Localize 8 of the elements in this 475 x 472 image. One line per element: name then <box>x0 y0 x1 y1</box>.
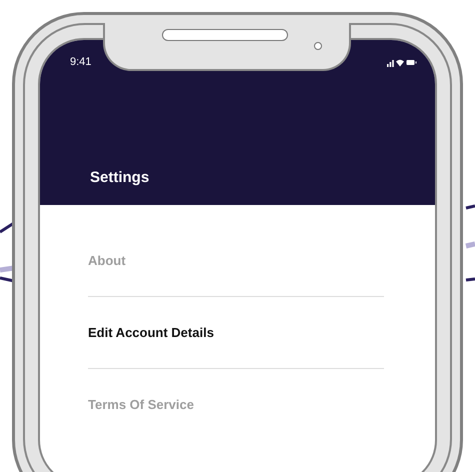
camera-icon <box>314 42 322 50</box>
speaker-icon <box>162 29 288 41</box>
status-time: 9:41 <box>70 56 92 68</box>
menu-item[interactable]: Terms Of Service <box>88 369 384 440</box>
menu-item[interactable]: About <box>88 225 384 297</box>
screen-title: Settings <box>89 169 150 186</box>
status-icons-drawing <box>387 58 417 66</box>
menu-item[interactable]: Edit Account Details <box>88 297 384 369</box>
